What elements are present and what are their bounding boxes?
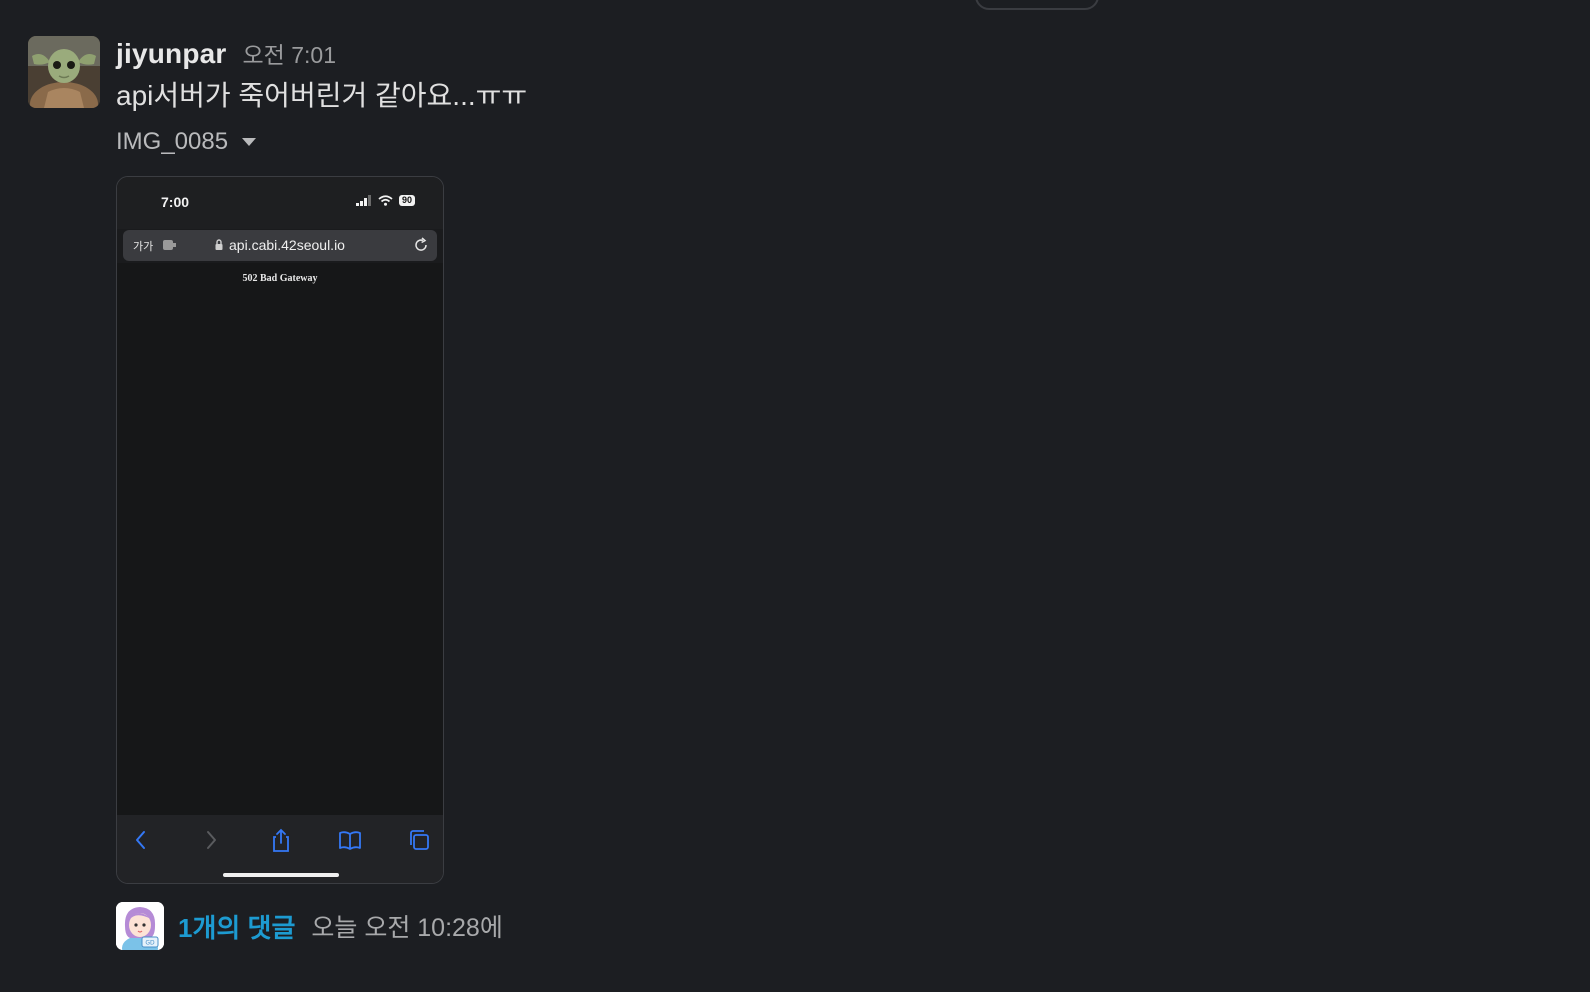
username[interactable]: jiyunpar bbox=[116, 38, 227, 70]
avatar[interactable] bbox=[28, 36, 100, 108]
svg-text:GD: GD bbox=[145, 940, 155, 947]
thread-summary[interactable]: GD 1개의 댓글 오늘 오전 10:28에 bbox=[116, 902, 503, 950]
error-message: 502 Bad Gateway bbox=[242, 273, 318, 284]
battery-icon: 90 bbox=[398, 195, 415, 206]
attachment-toggle[interactable]: IMG_0085 bbox=[116, 124, 527, 160]
message-content: jiyunpar 오전 7:01 api서버가 죽어버린거 같아요...ㅠㅠ I… bbox=[116, 36, 528, 950]
phone-toolbar bbox=[117, 815, 443, 883]
phone-status-bar: 7:00 90 bbox=[117, 177, 443, 229]
phone-status-icons: 90 bbox=[355, 195, 415, 206]
phone-url-text: api.cabi.42seoul.io bbox=[229, 237, 345, 253]
back-icon bbox=[136, 831, 145, 849]
reader-aa-button: 가가 bbox=[133, 241, 154, 253]
wifi-icon bbox=[378, 195, 393, 206]
message-header: jiyunpar 오전 7:01 bbox=[116, 36, 527, 70]
message-text: api서버가 죽어버린거 같아요...ㅠㅠ bbox=[116, 80, 528, 111]
attachment-file-name: IMG_0085 bbox=[116, 128, 229, 155]
extension-icon bbox=[163, 240, 176, 250]
signal-icon bbox=[355, 195, 371, 206]
last-reply-time: 오늘 오전 10:28에 bbox=[311, 914, 503, 942]
image-attachment[interactable]: 7:00 90 가가 api.cabi.42seoul.io 502 Bad G… bbox=[116, 176, 444, 884]
phone-page-body: 502 Bad Gateway bbox=[117, 263, 443, 815]
phone-url-bar: 가가 api.cabi.42seoul.io bbox=[123, 230, 437, 261]
reload-icon bbox=[415, 237, 427, 251]
phone-status-time: 7:00 bbox=[161, 194, 190, 210]
forward-icon bbox=[207, 831, 216, 849]
home-indicator bbox=[223, 873, 339, 877]
new-messages-pill[interactable] bbox=[975, 0, 1099, 10]
caret-down-icon bbox=[242, 138, 257, 146]
tabs-icon bbox=[410, 830, 429, 850]
bookmarks-icon bbox=[339, 831, 361, 850]
reply-avatar[interactable]: GD bbox=[116, 902, 164, 950]
message-timestamp[interactable]: 오전 7:01 bbox=[243, 36, 336, 70]
lock-icon bbox=[215, 239, 223, 250]
reply-count-link[interactable]: 1개의 댓글 bbox=[178, 908, 295, 945]
share-icon bbox=[273, 828, 289, 852]
